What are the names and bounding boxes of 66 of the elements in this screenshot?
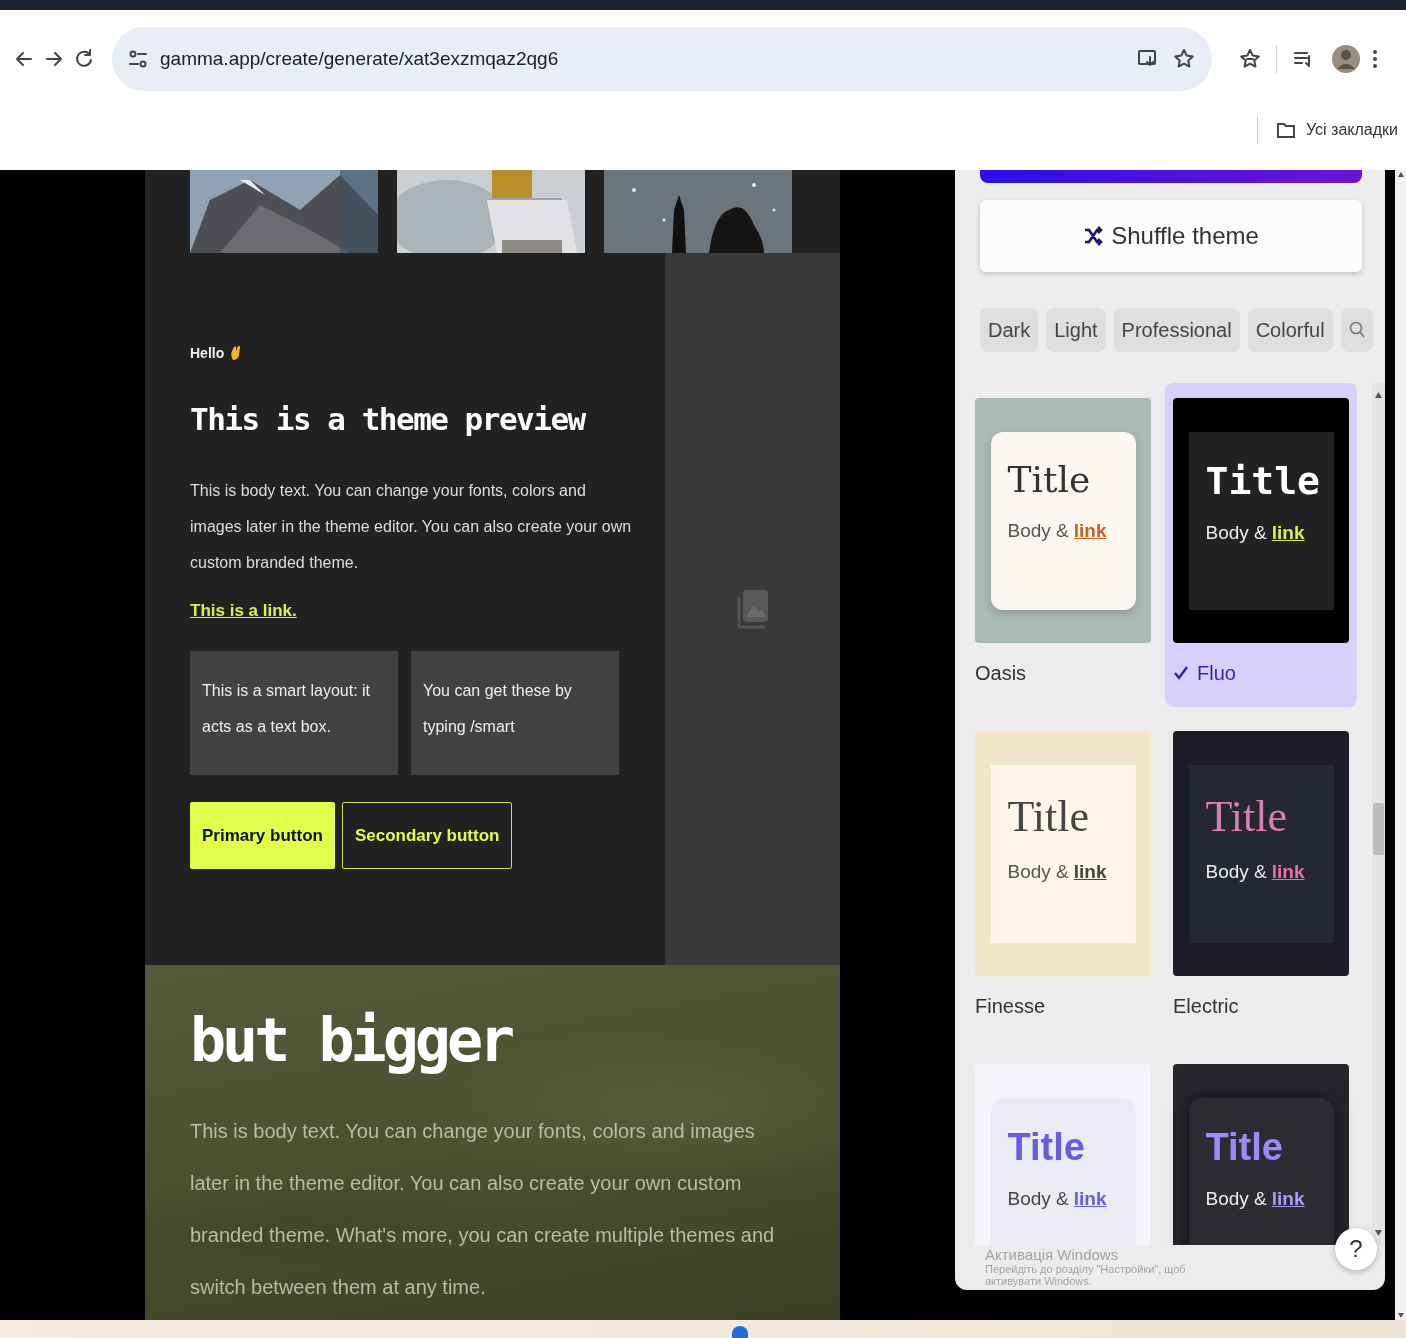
shuffle-icon xyxy=(1083,226,1104,246)
scroll-thumb[interactable] xyxy=(1373,803,1384,855)
activation-message: Перейдіть до розділу "Настройки", щоб xyxy=(985,1263,1186,1275)
help-button[interactable]: ? xyxy=(1335,1228,1377,1270)
secondary-button[interactable]: Secondary button xyxy=(341,802,513,869)
sample-title: Title xyxy=(1205,1127,1284,1166)
bookmark-manager-icon[interactable] xyxy=(1238,47,1262,71)
section-title: but bigger xyxy=(190,1005,513,1075)
theme-thumbnail[interactable]: Title Body & link xyxy=(1173,398,1349,643)
sample-link: link xyxy=(1073,1187,1107,1210)
sample-link: link xyxy=(1271,860,1305,883)
body-text: This is body text. You can change your fonts, colors and images later in the theme editor. You can also create your own custom branded theme. xyxy=(190,481,633,573)
filter-chip[interactable]: Light xyxy=(1046,308,1106,352)
theme-thumbnail[interactable]: Title Body & link xyxy=(975,398,1151,643)
sample-body-text: Body & xyxy=(1007,1187,1069,1210)
filter-chip[interactable]: Professional xyxy=(1113,308,1240,352)
shuffle-theme-button[interactable]: Shuffle theme xyxy=(980,200,1362,272)
checkmark-icon xyxy=(1173,665,1189,681)
waving-hand-icon xyxy=(230,345,241,361)
filter-chip[interactable]: Dark xyxy=(980,308,1039,352)
sample-body-text: Body & xyxy=(1007,519,1069,542)
filter-chip[interactable]: Colorful xyxy=(1247,308,1333,352)
theme-name: Electric xyxy=(1173,994,1239,1018)
sample-body-text: Body & xyxy=(1205,1187,1267,1210)
theme-thumbnail[interactable]: Title Body & link xyxy=(1173,731,1349,976)
sample-title: Title xyxy=(1205,461,1317,500)
theme-thumbnail[interactable]: Title Body & link xyxy=(975,1064,1151,1245)
sample-link: link xyxy=(1073,860,1107,883)
sample-body-text: Body & xyxy=(1205,521,1267,544)
theme-name: Oasis xyxy=(975,661,1027,685)
scroll-down-icon[interactable] xyxy=(1374,1229,1383,1237)
site-settings-icon[interactable] xyxy=(128,49,148,69)
search-icon xyxy=(1348,321,1365,339)
sample-title: Title xyxy=(1205,794,1289,839)
sample-body-text: Body & xyxy=(1205,860,1267,883)
activation-title: Активація Windows xyxy=(985,1246,1120,1263)
avatar-icon[interactable] xyxy=(1331,44,1361,74)
taskbar[interactable] xyxy=(732,1326,748,1338)
text-link[interactable]: This is a link. xyxy=(190,601,297,621)
activation-message: активувати Windows. xyxy=(985,1275,1093,1287)
greeting-text: Hello xyxy=(190,345,225,361)
address-bar[interactable]: gamma.app/create/generate/xat3exzmqaz2qg6 xyxy=(112,27,1212,91)
bookmarks-link[interactable]: Усі закладки xyxy=(1306,121,1398,139)
star-icon[interactable] xyxy=(1172,47,1196,71)
url-text: gamma.app/create/generate/xat3exzmqaz2qg6 xyxy=(160,48,560,70)
sample-link: link xyxy=(1271,1187,1305,1210)
sample-body-text: Body & xyxy=(1007,860,1069,883)
theme-thumbnail[interactable]: Title Body & link xyxy=(975,731,1151,976)
theme-list-scrollbar[interactable] xyxy=(1372,383,1385,1245)
preview-title: This is a theme preview xyxy=(190,401,587,437)
theme-name: Fluo xyxy=(1197,661,1236,685)
theme-thumbnail[interactable]: Title Body & link xyxy=(1173,1064,1349,1245)
sample-title: Title xyxy=(1007,794,1091,839)
body-text: This is body text. You can change your fonts, colors and images later in the theme editor. You can also create your own custom branded theme. What's more, you can create multiple themes and switch between them at any time. xyxy=(190,1119,776,1300)
smart-layout-box: This is a smart layout: it acts as a text box. xyxy=(190,651,398,775)
folder-icon[interactable] xyxy=(1276,121,1296,139)
sample-title: Title xyxy=(1007,461,1092,498)
sample-link: link xyxy=(1073,519,1107,542)
smart-layout-box: You can get these by typing /smart xyxy=(411,651,619,775)
search-button[interactable] xyxy=(1340,308,1373,352)
page-scrollbar[interactable] xyxy=(1395,170,1406,1320)
scroll-up-icon[interactable] xyxy=(1374,391,1383,399)
sample-title: Title xyxy=(1007,1127,1086,1166)
theme-name: Finesse xyxy=(975,994,1046,1018)
sample-link: link xyxy=(1271,521,1305,544)
primary-button[interactable]: Primary button xyxy=(190,802,335,869)
